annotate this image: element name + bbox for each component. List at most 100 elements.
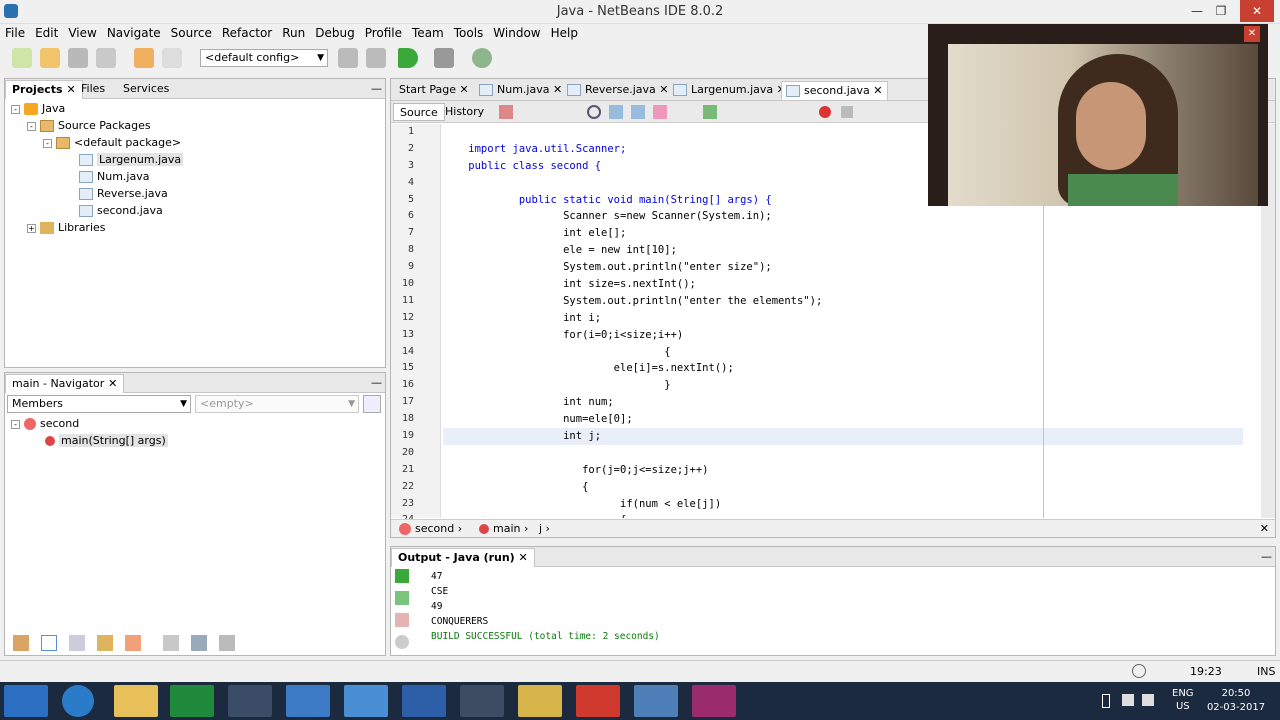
menu-profile[interactable]: Profile <box>360 24 407 42</box>
expand-icon[interactable]: + <box>27 223 36 233</box>
chrome-icon[interactable] <box>460 685 504 717</box>
filter-select[interactable]: <empty> ▼ <box>195 395 359 413</box>
tree-libraries[interactable]: + Libraries <box>11 219 183 236</box>
language-indicator[interactable]: ENG US <box>1172 687 1194 713</box>
toggle-highlight-icon[interactable] <box>653 105 667 119</box>
media-icon[interactable] <box>402 685 446 717</box>
close-icon[interactable]: ✕ <box>1260 520 1269 537</box>
nonpublic-filter-icon[interactable] <box>69 635 85 651</box>
breadcrumb-class[interactable]: second › <box>399 520 462 537</box>
inherited-filter-icon[interactable] <box>97 635 113 651</box>
stop-macro-icon[interactable] <box>841 106 853 118</box>
run-icon[interactable] <box>398 48 418 68</box>
close-icon[interactable]: ✕ <box>873 84 882 97</box>
breadcrumb-variable[interactable]: j › <box>539 520 550 537</box>
menu-file[interactable]: File <box>0 24 30 42</box>
bookmark-icon[interactable] <box>703 105 717 119</box>
source-order-icon[interactable] <box>163 635 179 651</box>
mail-icon[interactable] <box>576 685 620 717</box>
tab-largenum-java[interactable]: Largenum.java ✕ <box>669 81 790 100</box>
home-icon[interactable] <box>228 685 272 717</box>
tab-projects[interactable]: Projects ✕ <box>5 80 83 99</box>
menu-navigate[interactable]: Navigate <box>102 24 166 42</box>
source-view-button[interactable]: Source <box>393 103 445 121</box>
fields-filter-icon[interactable] <box>13 635 29 651</box>
menu-debug[interactable]: Debug <box>310 24 359 42</box>
start-windows-icon[interactable] <box>4 685 48 717</box>
minimize-panel-icon[interactable]: — <box>365 374 388 393</box>
undo-icon[interactable] <box>134 48 154 68</box>
volume-icon[interactable] <box>1142 694 1154 706</box>
collapse-icon[interactable]: - <box>11 104 20 114</box>
alpha-sort-icon[interactable] <box>191 635 207 651</box>
flag-icon[interactable] <box>1122 694 1134 706</box>
tree-default-package[interactable]: - <default package> <box>11 134 183 151</box>
rerun-with-params-icon[interactable] <box>395 591 409 605</box>
nav-settings-icon[interactable] <box>363 395 381 413</box>
record-macro-icon[interactable] <box>819 106 831 118</box>
search-icon[interactable] <box>587 105 601 119</box>
collapse-icon[interactable]: - <box>27 121 36 131</box>
excel-icon[interactable] <box>170 685 214 717</box>
tree-root[interactable]: - Java <box>11 100 183 117</box>
tab-reverse-java[interactable]: Reverse.java ✕ <box>563 81 672 100</box>
minimize-panel-icon[interactable]: — <box>1255 548 1278 567</box>
find-previous-icon[interactable] <box>609 105 623 119</box>
stop-icon[interactable] <box>395 613 409 627</box>
menu-tools[interactable]: Tools <box>449 24 489 42</box>
debug-icon[interactable] <box>434 48 454 68</box>
profile-icon[interactable] <box>472 48 492 68</box>
lenovo-icon[interactable] <box>286 685 330 717</box>
new-file-icon[interactable] <box>12 48 32 68</box>
menu-source[interactable]: Source <box>166 24 217 42</box>
name-sort-icon[interactable] <box>219 635 235 651</box>
recorder-icon[interactable] <box>692 685 736 717</box>
new-project-icon[interactable] <box>40 48 60 68</box>
battery-icon[interactable] <box>1102 694 1110 708</box>
menu-run[interactable]: Run <box>277 24 310 42</box>
tab-second-java[interactable]: second.java ✕ <box>781 81 888 100</box>
clock[interactable]: 20:50 02-03-2017 <box>1204 687 1268 715</box>
close-button[interactable]: ✕ <box>1240 0 1274 22</box>
close-icon[interactable]: ✕ <box>553 83 562 96</box>
close-icon[interactable]: ✕ <box>460 83 469 96</box>
tab-services[interactable]: Services <box>117 80 175 99</box>
menu-team[interactable]: Team <box>407 24 449 42</box>
tree-file-largenum[interactable]: Largenum.java <box>11 151 184 168</box>
save-all-icon[interactable] <box>96 48 116 68</box>
webcam-close-icon[interactable]: ✕ <box>1244 26 1260 42</box>
tab-navigator[interactable]: main - Navigator ✕ <box>5 374 125 393</box>
tab-start-page[interactable]: Start Page ✕ <box>395 81 473 100</box>
settings-icon[interactable] <box>395 635 409 649</box>
menu-window[interactable]: Window <box>488 24 545 42</box>
tab-num-java[interactable]: Num.java ✕ <box>475 81 566 100</box>
menu-edit[interactable]: Edit <box>30 24 63 42</box>
tree-file-num[interactable]: Num.java <box>11 168 183 185</box>
tab-files[interactable]: Files <box>75 80 111 99</box>
static-filter-icon[interactable] <box>41 635 57 651</box>
tree-source-packages[interactable]: - Source Packages <box>11 117 183 134</box>
close-icon[interactable]: ✕ <box>659 83 668 96</box>
minimize-panel-icon[interactable]: — <box>365 80 388 99</box>
netbeans-taskbar-icon[interactable] <box>634 685 678 717</box>
collapse-icon[interactable]: - <box>43 138 52 148</box>
folder-icon[interactable] <box>518 685 562 717</box>
redo-icon[interactable] <box>162 48 182 68</box>
history-view-button[interactable]: History <box>439 103 490 121</box>
find-next-icon[interactable] <box>631 105 645 119</box>
clean-build-icon[interactable] <box>366 48 386 68</box>
menu-view[interactable]: View <box>63 24 101 42</box>
maximize-button[interactable]: ❐ <box>1204 0 1238 22</box>
members-select[interactable]: Members ▼ <box>7 395 191 413</box>
notifications-icon[interactable] <box>1132 664 1146 678</box>
tab-output[interactable]: Output - Java (run) ✕ <box>391 548 535 567</box>
file-explorer-icon[interactable] <box>114 685 158 717</box>
build-icon[interactable] <box>338 48 358 68</box>
menu-refactor[interactable]: Refactor <box>217 24 277 42</box>
config-select[interactable]: <default config> ▼ <box>200 49 328 67</box>
nav-class[interactable]: - second <box>11 415 168 432</box>
nav-method[interactable]: main(String[] args) <box>11 432 168 449</box>
outlook-icon[interactable] <box>344 685 388 717</box>
menu-help[interactable]: Help <box>546 24 583 42</box>
breadcrumb-method[interactable]: main › <box>479 520 528 537</box>
